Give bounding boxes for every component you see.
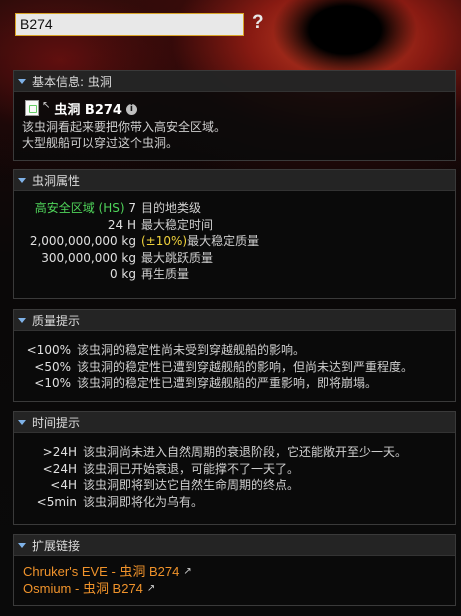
wormhole-image-icon: [25, 100, 39, 116]
attribute-key: 高安全区域 (HS) 7: [14, 200, 141, 217]
time-tip-row: <4H 该虫洞即将到达它自然生命周期的终点。: [14, 477, 447, 494]
time-tip-row: <5min 该虫洞即将化为乌有。: [14, 494, 447, 511]
attribute-row: 300,000,000 kg 最大跳跃质量: [14, 250, 447, 267]
time-tip-value: 该虫洞即将到达它自然生命周期的终点。: [83, 478, 300, 492]
osmium-link[interactable]: Osmium - 虫洞 B274: [23, 581, 143, 598]
info-line: 该虫洞看起来要把你带入高安全区域。: [22, 120, 227, 134]
chruker-link[interactable]: Chruker's EVE - 虫洞 B274: [23, 564, 179, 581]
time-tip-row: >24H 该虫洞尚未进入自然周期的衰退阶段，它还能敞开至少一天。: [14, 444, 447, 461]
mass-tip-key: <100%: [26, 343, 71, 357]
time-tip-key: <24H: [42, 461, 77, 476]
external-link-icon: ↗: [183, 566, 192, 577]
mass-tip-key: <10%: [34, 376, 71, 390]
attribute-row: 0 kg 再生质量: [14, 266, 447, 283]
wormhole-title: ↖ 虫洞 B274 i: [22, 99, 447, 118]
info-line: 大型舰船可以穿过这个虫洞。: [22, 136, 179, 150]
attributes-panel-title: 虫洞属性: [32, 173, 81, 188]
mass-tip-value: 该虫洞的稳定性尚未受到穿越舰船的影响。: [77, 343, 306, 357]
tolerance-label: (±10%): [141, 234, 188, 248]
mass-tip-value: 该虫洞的稳定性已遭到穿越舰船的影响，但尚未达到严重程度。: [77, 359, 414, 374]
mass-tip-row: <100% 该虫洞的稳定性尚未受到穿越舰船的影响。: [14, 342, 447, 359]
links-panel: 扩展链接 Chruker's EVE - 虫洞 B274 ↗ Osmium - …: [13, 534, 456, 606]
mass-tips-panel-title: 质量提示: [32, 313, 81, 328]
attribute-value: 最大跳跃质量: [141, 250, 214, 265]
time-tips-panel-title: 时间提示: [32, 415, 81, 430]
collapse-icon: [18, 318, 26, 323]
wormhole-name: 虫洞 B274: [54, 102, 122, 118]
time-tip-key: <4H: [50, 478, 77, 492]
attribute-value: 目的地类级: [141, 201, 202, 215]
time-tip-value: 该虫洞已开始衰退，可能撑不了一天了。: [83, 461, 300, 476]
time-tips-panel-header[interactable]: 时间提示: [14, 412, 455, 433]
external-link-icon: ↗: [146, 582, 156, 594]
link-row: Chruker's EVE - 虫洞 B274 ↗: [23, 564, 447, 581]
destination-class: 7: [128, 201, 136, 215]
search-input[interactable]: B274: [15, 13, 244, 36]
time-tip-key: <5min: [36, 494, 77, 509]
attribute-key: 0 kg: [109, 267, 136, 281]
mass-tips-panel-header[interactable]: 质量提示: [14, 310, 455, 331]
attribute-value: (±10%)最大稳定质量: [141, 233, 259, 250]
attribute-key: 24 H: [107, 217, 136, 232]
info-panel-title: 基本信息: 虫洞: [32, 74, 112, 89]
time-tip-value: 该虫洞尚未进入自然周期的衰退阶段，它还能敞开至少一天。: [83, 445, 408, 459]
page: B274 ? 基本信息: 虫洞 ↖ 虫洞 B274 i 该虫洞看起来要把你带入高…: [0, 0, 461, 616]
time-tips-panel: 时间提示 >24H 该虫洞尚未进入自然周期的衰退阶段，它还能敞开至少一天。 <2…: [13, 411, 456, 525]
mass-tips-panel: 质量提示 <100% 该虫洞的稳定性尚未受到穿越舰船的影响。 <50% 该虫洞的…: [13, 309, 456, 402]
links-panel-header[interactable]: 扩展链接: [14, 535, 455, 556]
attribute-value: 再生质量: [141, 267, 190, 281]
mass-tip-key: <50%: [34, 359, 71, 374]
info-panel-header[interactable]: 基本信息: 虫洞: [14, 71, 455, 92]
external-arrow-icon[interactable]: ↖: [42, 100, 50, 111]
attributes-panel: 虫洞属性 高安全区域 (HS) 7 目的地类级 24 H 最大稳定时间 2,00…: [13, 169, 456, 299]
time-tip-key: >24H: [42, 445, 77, 459]
mass-tip-row: <10% 该虫洞的稳定性已遭到穿越舰船的严重影响，即将崩塌。: [14, 375, 447, 392]
help-icon[interactable]: ?: [252, 11, 266, 35]
attribute-row: 高安全区域 (HS) 7 目的地类级: [14, 200, 447, 217]
attribute-value-text: 最大稳定质量: [187, 234, 260, 248]
mass-tip-row: <50% 该虫洞的稳定性已遭到穿越舰船的影响，但尚未达到严重程度。: [14, 359, 447, 376]
mass-tip-value: 该虫洞的稳定性已遭到穿越舰船的严重影响，即将崩塌。: [77, 376, 378, 390]
attribute-key: 300,000,000 kg: [41, 250, 136, 265]
collapse-icon: [18, 79, 26, 84]
attribute-key: 2,000,000,000 kg: [29, 234, 136, 248]
collapse-icon: [18, 420, 26, 425]
link-row: Osmium - 虫洞 B274 ↗: [23, 581, 447, 598]
attribute-value: 最大稳定时间: [141, 217, 214, 232]
collapse-icon: [18, 178, 26, 183]
time-tip-row: <24H 该虫洞已开始衰退，可能撑不了一天了。: [14, 461, 447, 478]
time-tip-value: 该虫洞即将化为乌有。: [83, 494, 204, 509]
collapse-icon: [18, 543, 26, 548]
attribute-row: 24 H 最大稳定时间: [14, 217, 447, 234]
attribute-row: 2,000,000,000 kg (±10%)最大稳定质量: [14, 233, 447, 250]
links-panel-title: 扩展链接: [32, 538, 81, 553]
attributes-panel-header[interactable]: 虫洞属性: [14, 170, 455, 191]
high-sec-label: 高安全区域 (HS): [34, 201, 125, 215]
info-icon[interactable]: i: [125, 103, 137, 115]
info-panel: 基本信息: 虫洞 ↖ 虫洞 B274 i 该虫洞看起来要把你带入高安全区域。 大…: [13, 70, 456, 161]
